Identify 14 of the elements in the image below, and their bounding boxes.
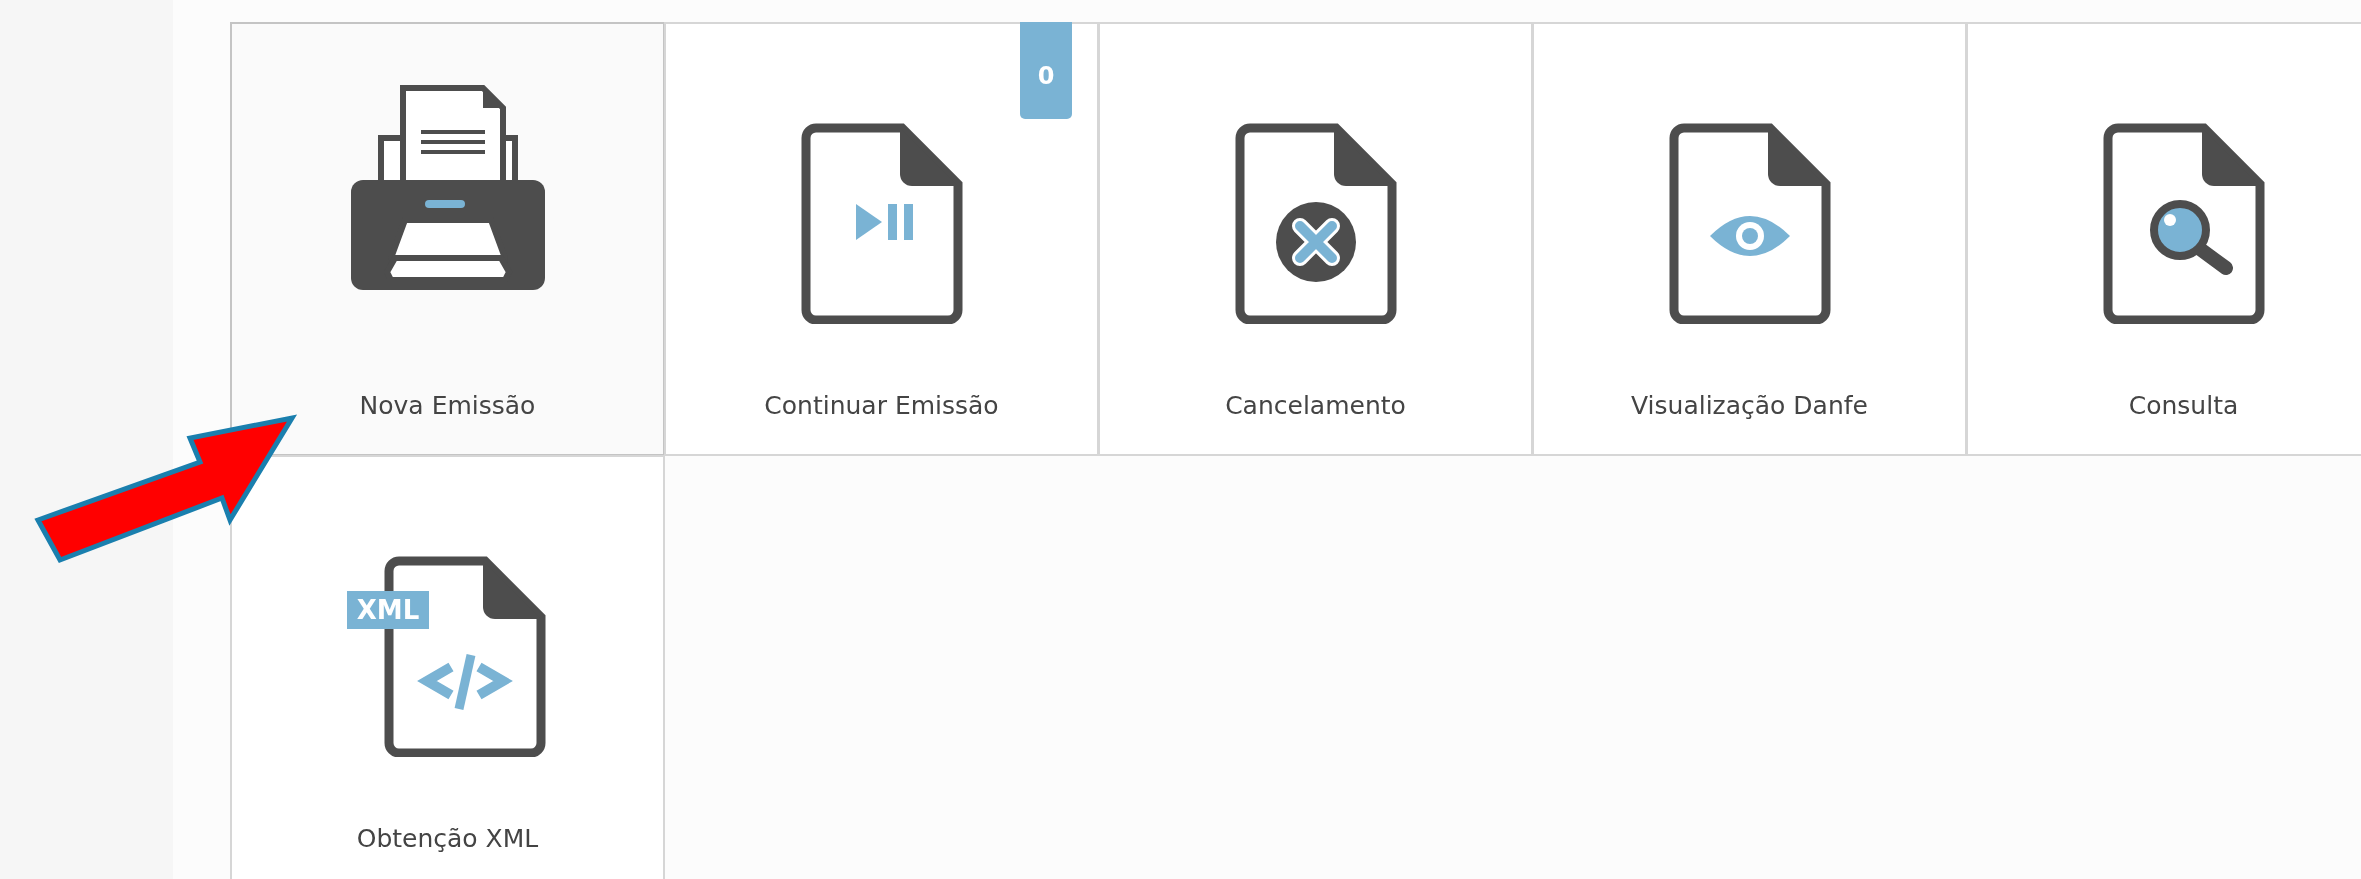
menu-tile[interactable]: Visualização Danfe xyxy=(1532,22,1967,456)
count-badge: 0 xyxy=(1020,22,1072,119)
tile-label: Cancelamento xyxy=(1225,391,1406,420)
menu-tile[interactable]: 0 Continuar Emissão xyxy=(664,22,1099,456)
tile-label: Visualização Danfe xyxy=(1631,391,1868,420)
menu-tile[interactable]: XML Obtenção XML xyxy=(230,455,665,879)
menu-tile[interactable]: Nova Emissão xyxy=(230,22,665,456)
tile-label: Consulta xyxy=(2128,391,2239,420)
menu-tile[interactable]: Consulta xyxy=(1966,22,2361,456)
tile-label: Continuar Emissão xyxy=(764,391,999,420)
tile-label: Nova Emissão xyxy=(359,391,536,420)
tile-label: Obtenção XML xyxy=(356,824,539,853)
menu-tile[interactable]: Cancelamento xyxy=(1098,22,1533,456)
xml-tag: XML xyxy=(346,591,429,629)
